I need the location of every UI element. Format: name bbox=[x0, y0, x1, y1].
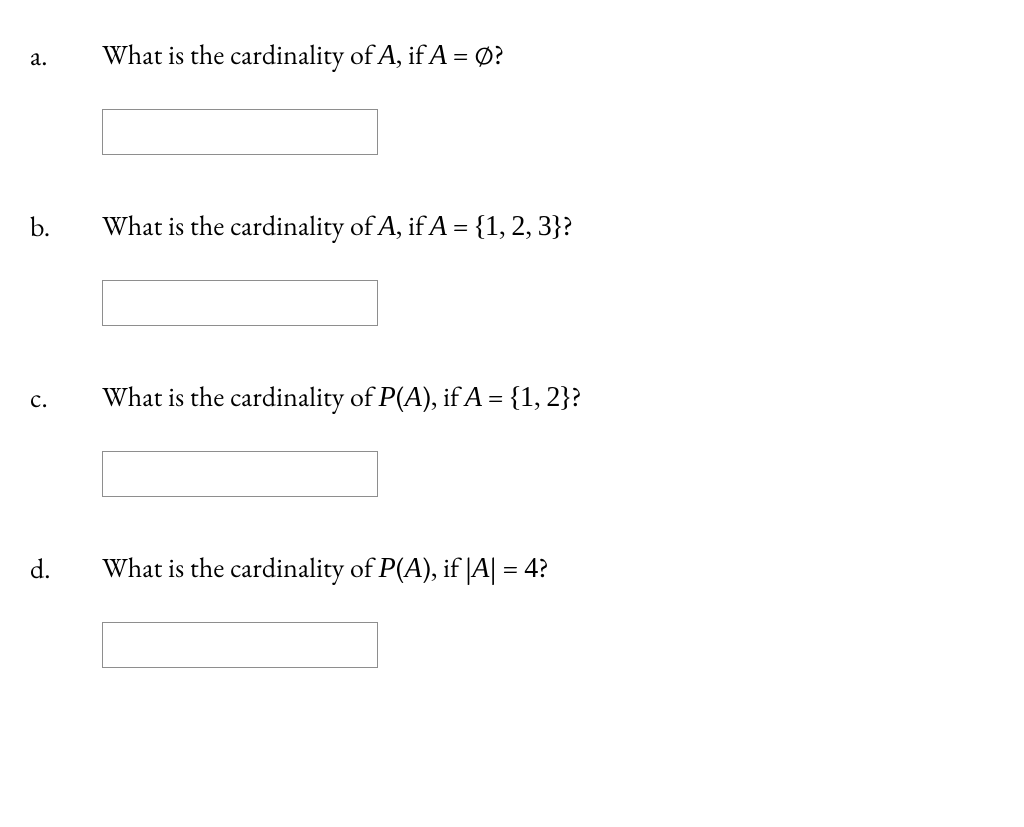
answer-input-a[interactable] bbox=[102, 109, 378, 155]
question-c: c. What is the cardinality of P(A), if A… bbox=[30, 380, 994, 521]
prompt-condition: |A| = 4 bbox=[465, 550, 538, 586]
prompt-mid: , if bbox=[396, 37, 430, 73]
prompt-pre: What is the cardinality of bbox=[102, 37, 379, 73]
question-b: b. What is the cardinality of A, if A = … bbox=[30, 209, 994, 350]
question-prompt: What is the cardinality of A, if A = {1,… bbox=[102, 209, 994, 244]
question-d: d. What is the cardinality of P(A), if |… bbox=[30, 551, 994, 692]
prompt-mid: , if bbox=[431, 379, 465, 415]
question-prompt: What is the cardinality of P(A), if |A| … bbox=[102, 551, 994, 586]
question-label: d. bbox=[30, 551, 102, 587]
question-label: a. bbox=[30, 38, 102, 74]
answer-input-d[interactable] bbox=[102, 622, 378, 668]
prompt-post: ? bbox=[494, 37, 505, 73]
question-label: b. bbox=[30, 209, 102, 245]
question-list: a. What is the cardinality of A, if A = … bbox=[0, 0, 1024, 752]
prompt-pre: What is the cardinality of bbox=[102, 379, 379, 415]
question-a: a. What is the cardinality of A, if A = … bbox=[30, 38, 994, 179]
prompt-condition: A = {1, 2, 3} bbox=[430, 208, 563, 244]
question-label: c. bbox=[30, 380, 102, 416]
prompt-pre: What is the cardinality of bbox=[102, 208, 379, 244]
question-prompt: What is the cardinality of A, if A = ∅? bbox=[102, 38, 994, 73]
prompt-condition: A = {1, 2} bbox=[465, 379, 571, 415]
prompt-post: ? bbox=[538, 550, 549, 586]
prompt-subject: P(A) bbox=[379, 379, 431, 415]
question-body: What is the cardinality of P(A), if A = … bbox=[102, 380, 994, 521]
question-body: What is the cardinality of P(A), if |A| … bbox=[102, 551, 994, 692]
answer-input-c[interactable] bbox=[102, 451, 378, 497]
prompt-mid: , if bbox=[431, 550, 465, 586]
prompt-subject: A bbox=[379, 37, 396, 73]
prompt-subject: P(A) bbox=[379, 550, 431, 586]
question-prompt: What is the cardinality of P(A), if A = … bbox=[102, 380, 994, 415]
prompt-mid: , if bbox=[396, 208, 430, 244]
answer-input-b[interactable] bbox=[102, 280, 378, 326]
question-body: What is the cardinality of A, if A = ∅? bbox=[102, 38, 994, 179]
prompt-condition: A = ∅ bbox=[430, 37, 494, 73]
prompt-subject: A bbox=[379, 208, 396, 244]
question-body: What is the cardinality of A, if A = {1,… bbox=[102, 209, 994, 350]
prompt-pre: What is the cardinality of bbox=[102, 550, 379, 586]
prompt-post: ? bbox=[571, 379, 582, 415]
prompt-post: ? bbox=[562, 208, 573, 244]
